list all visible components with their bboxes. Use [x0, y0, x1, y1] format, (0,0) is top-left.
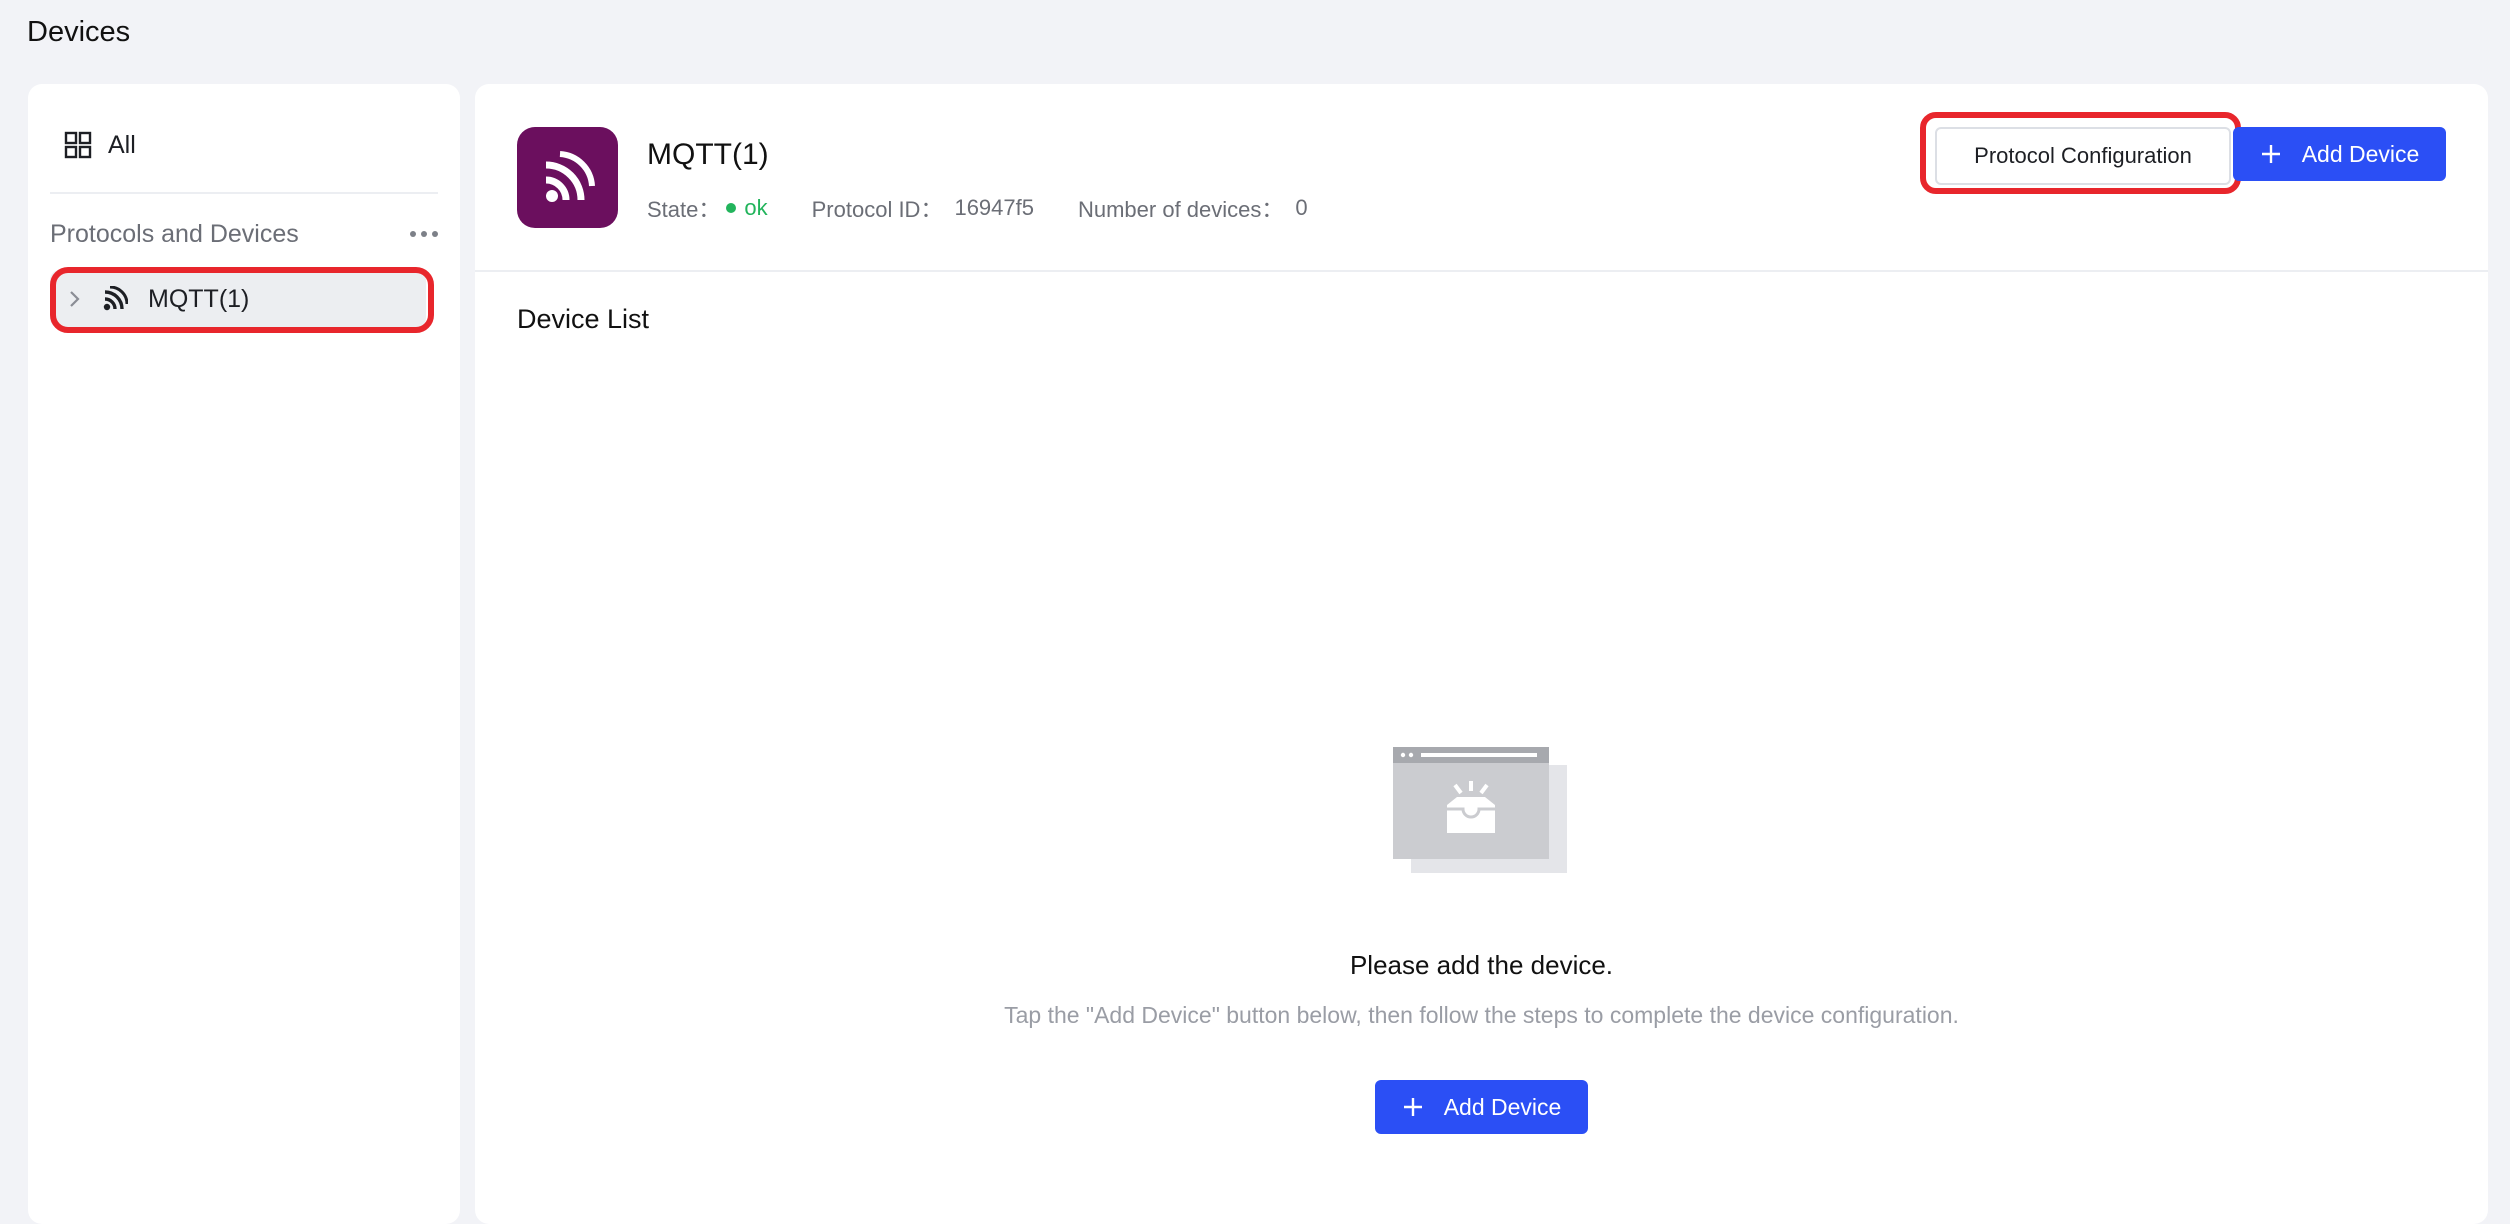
- device-list-title: Device List: [517, 304, 650, 334]
- state-value: ok: [744, 195, 768, 220]
- grid-icon: [64, 131, 92, 159]
- device-count-label: Number of devices：: [1077, 197, 1284, 222]
- protocols-section-header: Protocols and Devices: [50, 214, 438, 254]
- protocol-id-value: 16947f5: [954, 195, 1034, 220]
- sidebar-item-all-label: All: [108, 130, 136, 159]
- protocol-avatar: [517, 127, 618, 228]
- empty-state-description: Tap the "Add Device" button below, then …: [1004, 1002, 1959, 1028]
- plus-icon: [1403, 1098, 1422, 1116]
- add-device-label: Add Device: [1443, 1093, 1562, 1120]
- sidebar-divider: [50, 192, 438, 194]
- header-divider: [475, 270, 2488, 272]
- status-dot: [726, 203, 737, 213]
- tree-item-label: MQTT(1): [148, 284, 250, 313]
- chevron-right-icon[interactable]: [68, 289, 82, 309]
- add-device-button[interactable]: Add Device: [2233, 127, 2446, 181]
- protocol-meta: State： ok Protocol ID： 16947f5 Number of…: [647, 192, 1308, 224]
- section-label: Protocols and Devices: [50, 219, 299, 248]
- more-options-icon[interactable]: [410, 225, 438, 243]
- main-panel: MQTT(1) State： ok Protocol ID： 16947f5 N…: [475, 84, 2488, 1224]
- sidebar: All Protocols and Devices MQTT(1): [28, 84, 460, 1224]
- protocol-id-label: Protocol ID：: [811, 197, 943, 222]
- tree-item-mqtt[interactable]: MQTT(1): [50, 270, 426, 328]
- page-title: Devices: [27, 16, 131, 48]
- add-device-button-empty-state[interactable]: Add Device: [1375, 1080, 1588, 1134]
- protocol-name: MQTT(1): [647, 138, 769, 171]
- state-label: State：: [647, 197, 721, 222]
- mqtt-protocol-icon: [103, 286, 128, 311]
- protocol-configuration-button[interactable]: Protocol Configuration: [1935, 127, 2231, 185]
- empty-box-icon: [1393, 747, 1567, 873]
- device-count-value: 0: [1295, 195, 1308, 220]
- empty-state-title: Please add the device.: [1349, 950, 1614, 980]
- add-device-label: Add Device: [2301, 140, 2420, 167]
- plus-icon: [2261, 145, 2280, 163]
- sidebar-item-all[interactable]: All: [64, 122, 136, 168]
- mqtt-protocol-icon: [545, 150, 595, 202]
